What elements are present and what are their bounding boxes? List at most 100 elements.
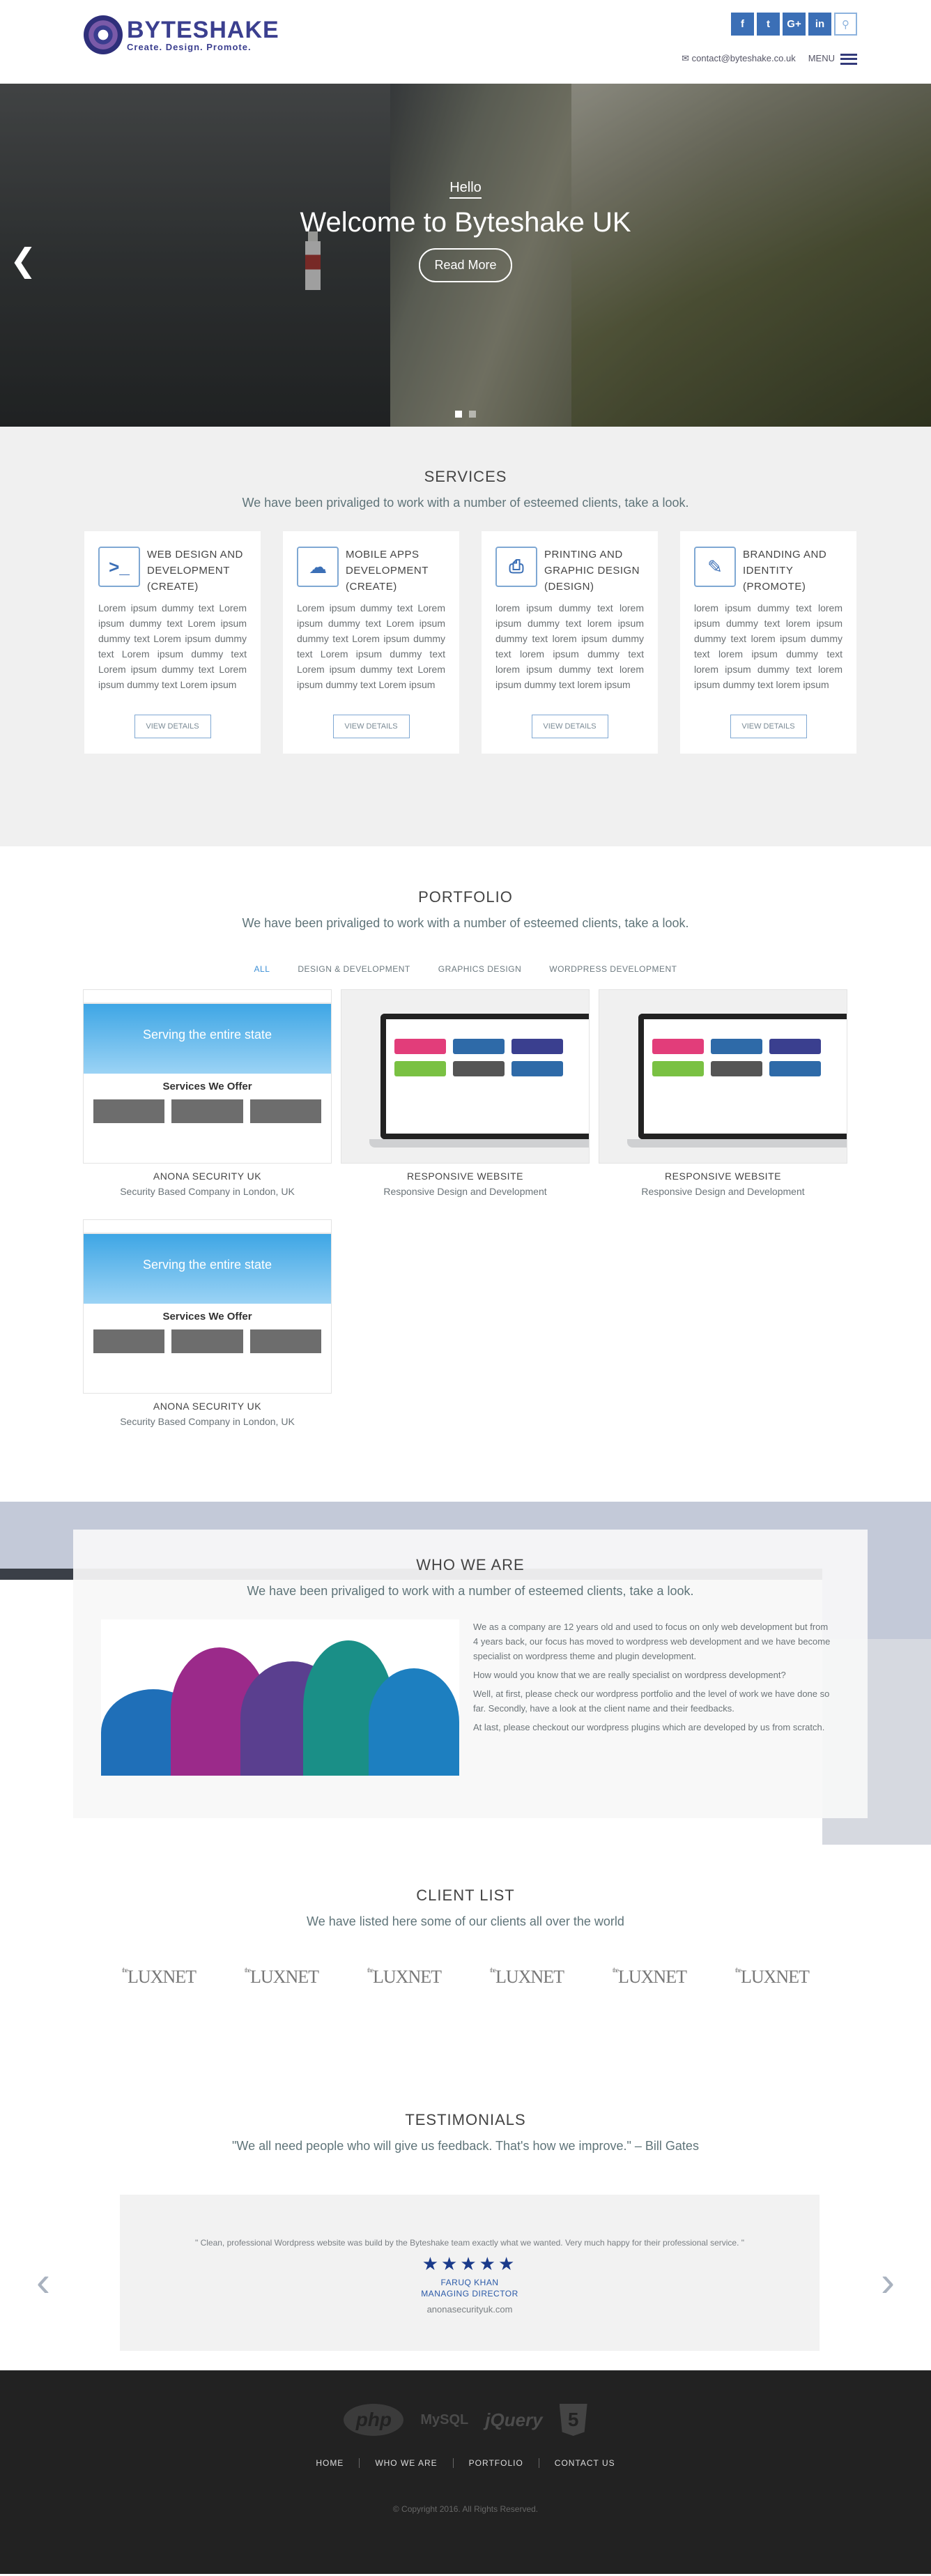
client-list-section: CLIENT LIST We have listed here some of … xyxy=(0,1845,931,2075)
slider-dot[interactable] xyxy=(469,411,477,418)
client-logo[interactable]: theLUXNET xyxy=(490,1967,564,1988)
client-logo[interactable]: theLUXNET xyxy=(245,1967,319,1988)
testimonial-prev-arrow-icon[interactable]: ‹ xyxy=(36,2257,50,2306)
slider-prev-arrow-icon[interactable]: ❮ xyxy=(10,241,37,279)
portfolio-desc: Responsive Design and Development xyxy=(641,1186,805,1197)
who-we-are-section: WHO WE ARE We have been privaliged to wo… xyxy=(0,1502,931,1845)
email-link[interactable]: ✉ contact@byteshake.co.uk xyxy=(682,53,796,64)
portfolio-item[interactable]: RESPONSIVE WEBSITE Responsive Design and… xyxy=(341,989,590,1197)
portfolio-thumbnail xyxy=(341,989,590,1164)
filter-tab-graphics-design[interactable]: GRAPHICS DESIGN xyxy=(438,964,522,974)
hero-slider: Hello Welcome to Byteshake UK Read More … xyxy=(0,84,931,427)
filter-tab-all[interactable]: ALL xyxy=(254,964,270,974)
slider-dots xyxy=(0,409,931,421)
footer-link-who-we-are[interactable]: WHO WE ARE xyxy=(359,2458,452,2468)
testimonials-section: TESTIMONIALS "We all need people who wil… xyxy=(0,2075,931,2370)
testimonial-role: MANAGING DIRECTOR xyxy=(421,2289,518,2299)
portfolio-thumbnail xyxy=(599,989,847,1164)
hero-caption: Hello Welcome to Byteshake UK Read More xyxy=(0,180,931,282)
slider-dot[interactable] xyxy=(454,411,462,418)
portfolio-filter: ALL DESIGN & DEVELOPMENT GRAPHICS DESIGN… xyxy=(0,964,931,974)
who-paragraph: We as a company are 12 years old and use… xyxy=(473,1622,831,1661)
who-subtitle: We have been privaliged to work with a n… xyxy=(247,1584,694,1598)
view-details-button[interactable]: VIEW DETAILS xyxy=(332,715,410,738)
client-logo-prefix: the xyxy=(734,1967,741,1974)
client-logo-name: LUXNET xyxy=(250,1967,319,1987)
footer-link-portfolio[interactable]: PORTFOLIO xyxy=(452,2458,539,2468)
footer-nav: HOME WHO WE ARE PORTFOLIO CONTACT US xyxy=(0,2458,931,2468)
filter-tab-wordpress-development[interactable]: WORDPRESS DEVELOPMENT xyxy=(549,964,677,974)
thumb-heading: Services We Offer xyxy=(162,1081,252,1092)
portfolio-name: ANONA SECURITY UK xyxy=(153,1171,262,1182)
who-title: WHO WE ARE xyxy=(416,1556,525,1573)
portfolio-title: PORTFOLIO xyxy=(418,888,513,906)
portfolio-name: ANONA SECURITY UK xyxy=(153,1401,262,1412)
linkedin-icon[interactable]: in xyxy=(808,13,831,36)
service-card: ☁ MOBILE APPS DEVELOPMENT (CREATE) Lorem… xyxy=(283,531,459,754)
client-logo[interactable]: theLUXNET xyxy=(734,1967,810,1988)
client-logo-prefix: the xyxy=(245,1967,251,1974)
service-card: >_ WEB DESIGN AND DEVELOPMENT (CREATE) L… xyxy=(84,531,261,754)
service-text: lorem ipsum dummy text lorem ipsum dummy… xyxy=(495,602,644,690)
client-logo-name: LUXNET xyxy=(617,1967,687,1987)
portfolio-desc: Security Based Company in London, UK xyxy=(120,1416,295,1427)
portfolio-desc: Security Based Company in London, UK xyxy=(120,1186,295,1197)
pencil-icon: ✎ xyxy=(694,547,736,587)
printer-icon: ⎙ xyxy=(495,547,537,587)
testimonial-site[interactable]: anonasecurityuk.com xyxy=(120,2304,820,2315)
portfolio-name: RESPONSIVE WEBSITE xyxy=(665,1171,781,1182)
google-plus-icon[interactable]: G+ xyxy=(783,13,806,36)
portfolio-item[interactable]: Serving the entire state Services We Off… xyxy=(83,1219,332,1427)
client-logo-name: LUXNET xyxy=(128,1967,197,1987)
read-more-button[interactable]: Read More xyxy=(419,248,512,282)
portfolio-thumbnail: Serving the entire state Services We Off… xyxy=(83,1219,332,1394)
footer-link-contact[interactable]: CONTACT US xyxy=(538,2458,631,2468)
view-details-button[interactable]: VIEW DETAILS xyxy=(730,715,807,738)
view-details-button[interactable]: VIEW DETAILS xyxy=(134,715,211,738)
header-contact: ✉ contact@byteshake.co.uk MENU xyxy=(682,53,857,65)
who-paragraph: How would you know that we are really sp… xyxy=(473,1670,786,1680)
footer-link-home[interactable]: HOME xyxy=(300,2458,359,2468)
service-text: lorem ipsum dummy text lorem ipsum dummy… xyxy=(694,602,842,690)
service-text: Lorem ipsum dummy text Lorem ipsum dummy… xyxy=(297,602,445,690)
clients-title: CLIENT LIST xyxy=(416,1887,515,1904)
browser-icon: >_ xyxy=(98,547,140,587)
who-paragraph: At last, please checkout our wordpress p… xyxy=(473,1722,825,1732)
client-logo-name: LUXNET xyxy=(495,1967,564,1987)
client-logo[interactable]: theLUXNET xyxy=(122,1967,197,1988)
site-header: BYTESHAKE Create. Design. Promote. f t G… xyxy=(0,0,931,84)
who-text: We as a company are 12 years old and use… xyxy=(473,1619,836,1776)
search-icon[interactable]: ⚲ xyxy=(834,13,857,36)
services-title: SERVICES xyxy=(424,468,507,485)
rating-stars-icon: ★★★★★ xyxy=(422,2253,518,2274)
logo-name: BYTESHAKE xyxy=(127,16,279,43)
testimonials-title: TESTIMONIALS xyxy=(405,2111,526,2128)
portfolio-item[interactable]: RESPONSIVE WEBSITE Responsive Design and… xyxy=(599,989,847,1197)
portfolio-thumbnail: Serving the entire state Services We Off… xyxy=(83,989,332,1164)
client-logo-prefix: the xyxy=(612,1967,619,1974)
filter-tab-design-development[interactable]: DESIGN & DEVELOPMENT xyxy=(298,964,410,974)
site-logo[interactable]: BYTESHAKE Create. Design. Promote. xyxy=(84,15,279,54)
facebook-icon[interactable]: f xyxy=(731,13,754,36)
client-logo-name: LUXNET xyxy=(740,1967,810,1987)
portfolio-section: PORTFOLIO We have been privaliged to wor… xyxy=(0,846,931,1502)
social-links: f t G+ in ⚲ xyxy=(731,13,857,36)
testimonial-next-arrow-icon[interactable]: › xyxy=(881,2257,895,2306)
hero-hello: Hello xyxy=(449,180,482,199)
service-text: Lorem ipsum dummy text Lorem ipsum dummy… xyxy=(98,602,247,690)
php-logo-icon: php xyxy=(344,2404,404,2436)
client-logo[interactable]: theLUXNET xyxy=(612,1967,687,1988)
twitter-icon[interactable]: t xyxy=(757,13,780,36)
logo-tagline: Create. Design. Promote. xyxy=(127,41,252,52)
service-title: WEB DESIGN AND DEVELOPMENT (CREATE) xyxy=(147,549,243,593)
view-details-button[interactable]: VIEW DETAILS xyxy=(531,715,608,738)
jquery-logo-icon: jQuery xyxy=(485,2409,543,2430)
cloud-icon: ☁ xyxy=(297,547,339,587)
portfolio-item[interactable]: Serving the entire state Services We Off… xyxy=(83,989,332,1197)
client-logo-name: LUXNET xyxy=(373,1967,442,1987)
service-card: ⎙ PRINTING AND GRAPHIC DESIGN (DESIGN) l… xyxy=(482,531,658,754)
menu-button[interactable]: MENU xyxy=(808,53,857,65)
html5-logo-icon: 5 xyxy=(559,2404,587,2436)
client-logo[interactable]: theLUXNET xyxy=(367,1967,442,1988)
testimonials-subtitle: "We all need people who will give us fee… xyxy=(232,2139,699,2153)
